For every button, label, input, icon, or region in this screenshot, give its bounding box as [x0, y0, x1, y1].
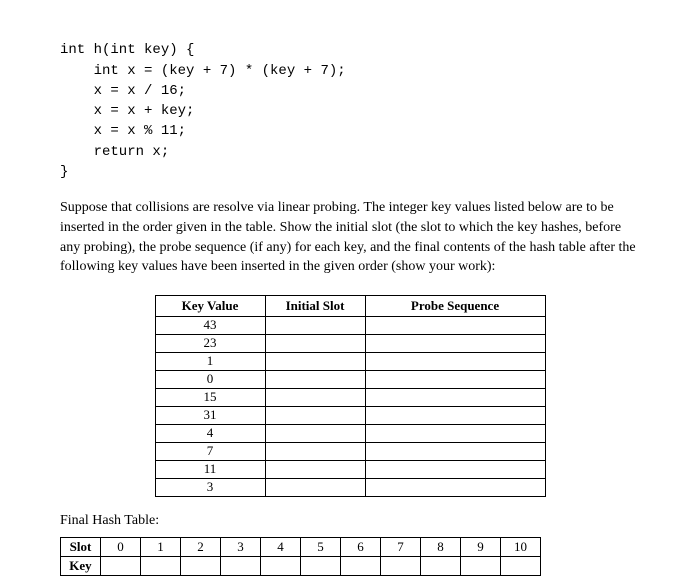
- slot-cell: 5: [301, 537, 341, 556]
- cell-kv: 1: [155, 352, 265, 370]
- slot-row-label: Slot: [61, 537, 101, 556]
- slot-cell: 10: [501, 537, 541, 556]
- key-cell: [101, 556, 141, 575]
- table-row: 0: [155, 370, 545, 388]
- key-row-label: Key: [61, 556, 101, 575]
- key-cell: [221, 556, 261, 575]
- code-block: int h(int key) { int x = (key + 7) * (ke…: [60, 20, 640, 182]
- table-row: 4: [155, 424, 545, 442]
- code-line: int x = (key + 7) * (key + 7);: [60, 63, 346, 79]
- slot-cell: 3: [221, 537, 261, 556]
- code-line: x = x / 16;: [60, 83, 186, 99]
- code-line: x = x % 11;: [60, 123, 186, 139]
- table-row: 43: [155, 316, 545, 334]
- cell-kv: 11: [155, 460, 265, 478]
- slot-cell: 0: [101, 537, 141, 556]
- probe-table: Key Value Initial Slot Probe Sequence 43…: [155, 295, 546, 497]
- slot-cell: 6: [341, 537, 381, 556]
- cell-ps: [365, 388, 545, 406]
- header-key-value: Key Value: [155, 295, 265, 316]
- key-cell: [141, 556, 181, 575]
- key-cell: [261, 556, 301, 575]
- table-row: 1: [155, 352, 545, 370]
- cell-is: [265, 316, 365, 334]
- cell-is: [265, 442, 365, 460]
- cell-ps: [365, 460, 545, 478]
- slot-cell: 8: [421, 537, 461, 556]
- key-row: Key: [61, 556, 541, 575]
- code-line: x = x + key;: [60, 103, 194, 119]
- cell-ps: [365, 442, 545, 460]
- cell-ps: [365, 316, 545, 334]
- cell-kv: 23: [155, 334, 265, 352]
- slot-cell: 2: [181, 537, 221, 556]
- cell-is: [265, 406, 365, 424]
- key-cell: [501, 556, 541, 575]
- key-cell: [381, 556, 421, 575]
- slot-cell: 1: [141, 537, 181, 556]
- key-cell: [301, 556, 341, 575]
- cell-kv: 15: [155, 388, 265, 406]
- cell-is: [265, 334, 365, 352]
- code-line: int h(int key) {: [60, 42, 194, 58]
- final-hash-label: Final Hash Table:: [60, 513, 640, 529]
- code-line: }: [60, 164, 68, 180]
- table-row: 7: [155, 442, 545, 460]
- table-row: 11: [155, 460, 545, 478]
- table-row: 3: [155, 478, 545, 496]
- slot-cell: 7: [381, 537, 421, 556]
- cell-ps: [365, 424, 545, 442]
- cell-ps: [365, 334, 545, 352]
- key-cell: [341, 556, 381, 575]
- cell-ps: [365, 352, 545, 370]
- key-cell: [461, 556, 501, 575]
- key-cell: [181, 556, 221, 575]
- table-row: 31: [155, 406, 545, 424]
- cell-kv: 3: [155, 478, 265, 496]
- table-row: 15: [155, 388, 545, 406]
- cell-kv: 31: [155, 406, 265, 424]
- cell-is: [265, 478, 365, 496]
- cell-is: [265, 388, 365, 406]
- cell-ps: [365, 406, 545, 424]
- header-initial-slot: Initial Slot: [265, 295, 365, 316]
- instruction-paragraph: Suppose that collisions are resolve via …: [60, 198, 640, 276]
- cell-kv: 7: [155, 442, 265, 460]
- slot-cell: 9: [461, 537, 501, 556]
- cell-kv: 43: [155, 316, 265, 334]
- cell-is: [265, 352, 365, 370]
- hash-table: Slot 0 1 2 3 4 5 6 7 8 9 10 Key: [60, 537, 541, 576]
- cell-kv: 4: [155, 424, 265, 442]
- code-line: return x;: [60, 144, 169, 160]
- cell-kv: 0: [155, 370, 265, 388]
- table-row: 23: [155, 334, 545, 352]
- header-probe-sequence: Probe Sequence: [365, 295, 545, 316]
- key-cell: [421, 556, 461, 575]
- cell-is: [265, 424, 365, 442]
- table-header-row: Key Value Initial Slot Probe Sequence: [155, 295, 545, 316]
- slot-cell: 4: [261, 537, 301, 556]
- cell-ps: [365, 478, 545, 496]
- cell-ps: [365, 370, 545, 388]
- cell-is: [265, 370, 365, 388]
- cell-is: [265, 460, 365, 478]
- slot-row: Slot 0 1 2 3 4 5 6 7 8 9 10: [61, 537, 541, 556]
